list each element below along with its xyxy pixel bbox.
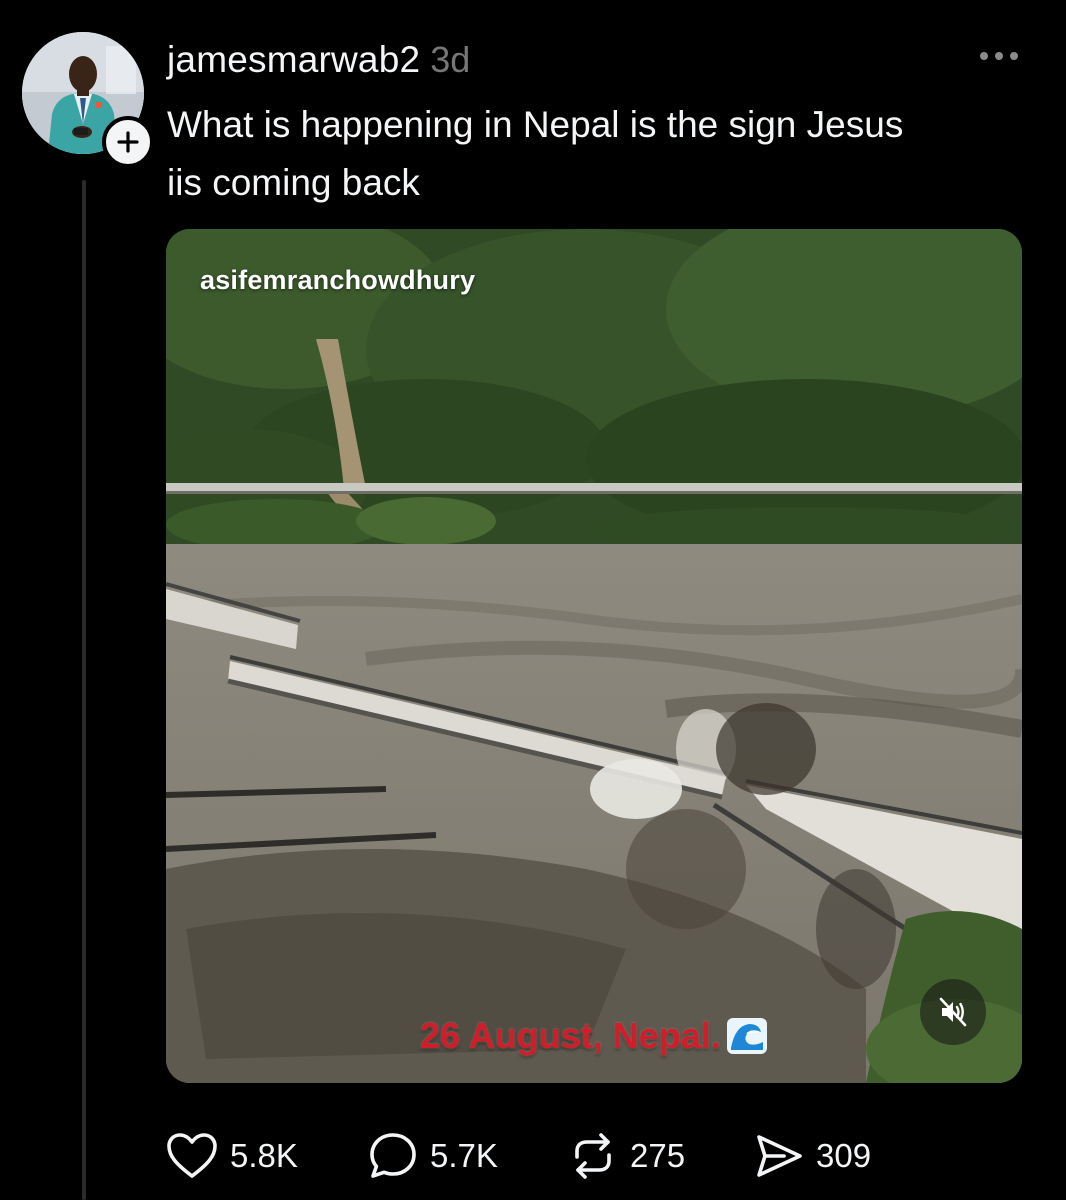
comment-icon	[370, 1133, 416, 1178]
reply-count: 5.7K	[430, 1137, 498, 1174]
like-button[interactable]: 5.8K	[166, 1128, 298, 1184]
username[interactable]: jamesmarwab2	[167, 32, 420, 88]
video-caption-text: 26 August, Nepal.	[420, 1015, 721, 1056]
speaker-muted-icon	[939, 997, 967, 1027]
post-video[interactable]: asifemranchowdhury 26 August, Nepal.	[166, 229, 1022, 1083]
thread-line	[82, 180, 86, 1200]
post-header: jamesmarwab2 3d	[167, 32, 470, 88]
repost-button[interactable]: 275	[568, 1128, 685, 1184]
plus-icon	[117, 131, 139, 153]
more-options-icon[interactable]	[978, 46, 1020, 66]
reply-button[interactable]: 5.7K	[368, 1128, 498, 1184]
repost-count: 275	[630, 1137, 686, 1174]
send-icon	[757, 1135, 802, 1177]
share-button[interactable]: 309	[754, 1128, 871, 1184]
follow-button[interactable]	[102, 116, 154, 168]
action-bar: 5.8K 5.7K 275 309	[166, 1128, 1026, 1184]
share-count: 309	[816, 1137, 872, 1174]
video-watermark: asifemranchowdhury	[200, 265, 476, 295]
mute-button[interactable]	[920, 979, 986, 1045]
like-count: 5.8K	[230, 1137, 298, 1174]
timestamp: 3d	[430, 39, 471, 80]
video-caption: 26 August, Nepal.	[420, 1015, 769, 1057]
heart-icon	[167, 1133, 217, 1178]
wave-icon	[726, 1018, 767, 1054]
post-text: What is happening in Nepal is the sign J…	[167, 104, 904, 203]
video-frame	[166, 229, 1022, 1083]
repost-icon	[575, 1133, 611, 1179]
